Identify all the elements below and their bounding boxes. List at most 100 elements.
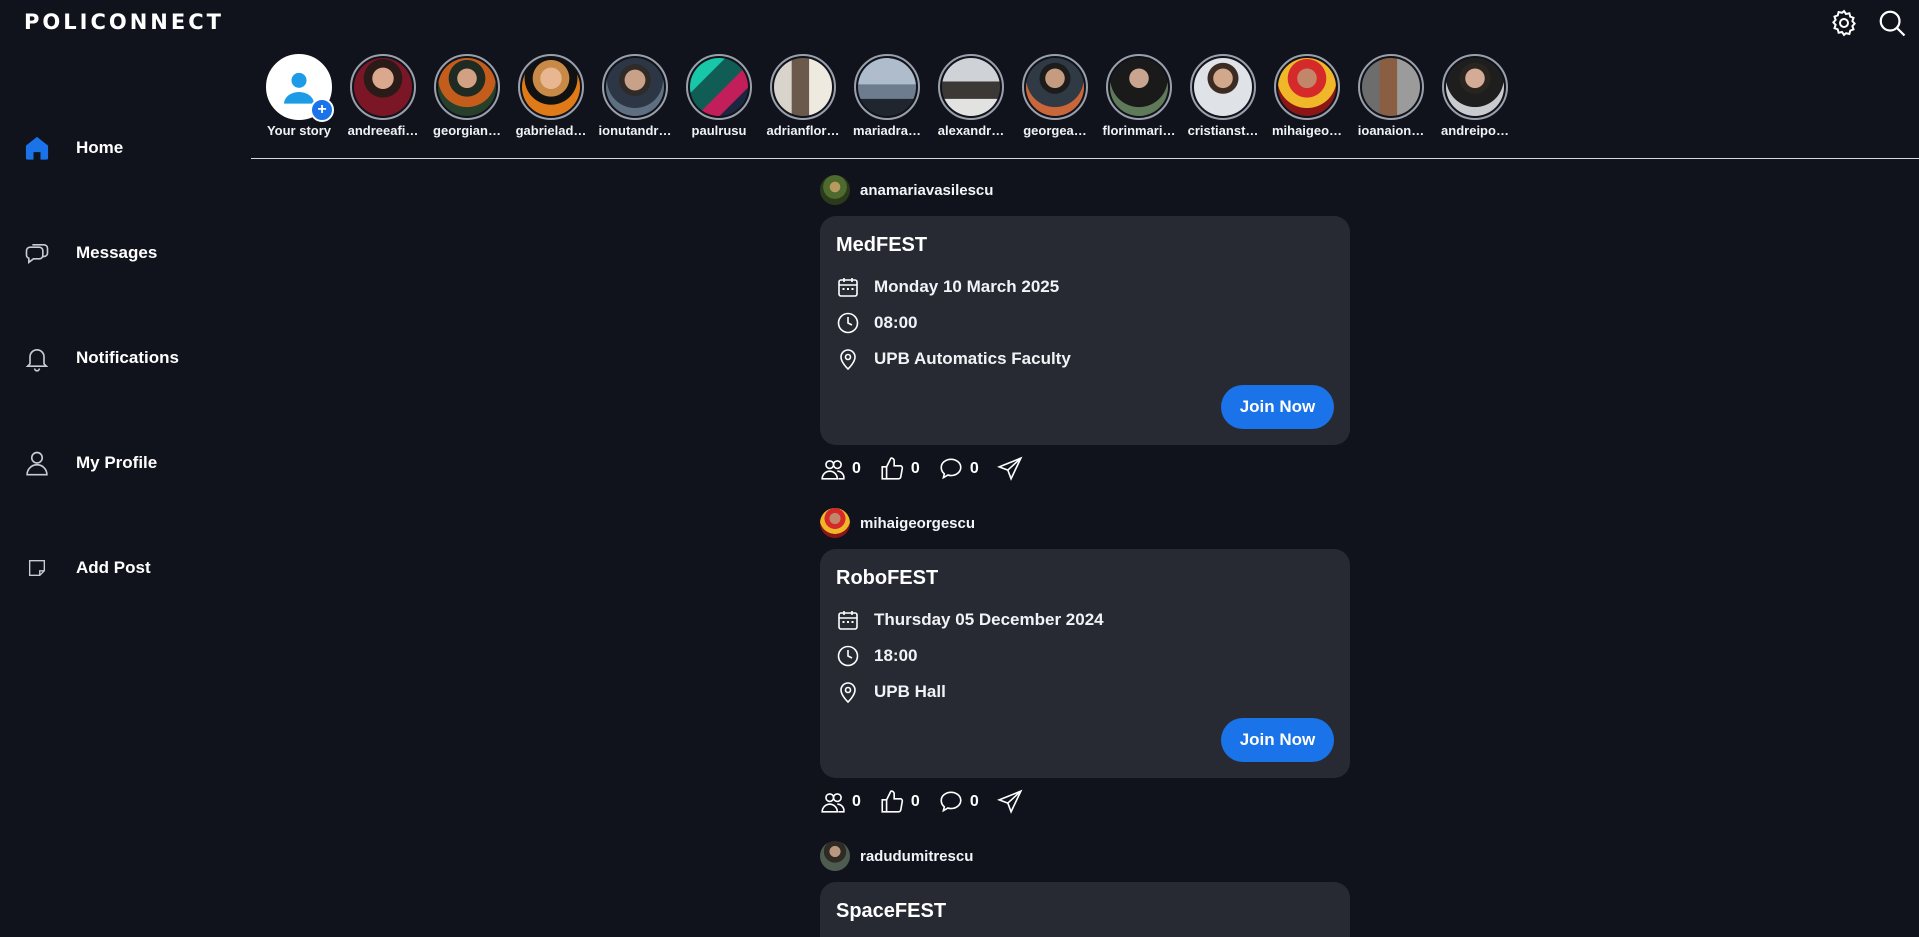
story-name: mihaigeo… [1271,123,1343,138]
avatar [774,58,832,116]
story-name: georgea… [1023,123,1087,138]
sidebar-item-messages[interactable]: Messages [0,200,250,305]
user-icon [22,448,52,478]
story-name: gabrielad… [515,123,587,138]
story-item[interactable]: ionutandr… [595,54,675,138]
avatar[interactable] [820,508,850,538]
event-title: MedFEST [836,234,928,256]
like-action[interactable]: 0 [879,789,920,815]
event-location-row: UPB Automatics Faculty [836,341,1334,377]
comment-action[interactable]: 0 [938,456,979,482]
avatar[interactable] [820,841,850,871]
story-name: Your story [266,123,332,138]
post-header: mihaigeorgescu [820,505,1350,541]
thumbs-up-icon [881,790,904,813]
participants-action[interactable]: 0 [820,456,861,482]
sidebar-nav: Home Messages Notifications My Profile A… [0,95,250,620]
sidebar-item-home[interactable]: Home [0,95,250,200]
post-header: radudumitrescu [820,838,1350,874]
participants-count: 0 [852,460,861,477]
event-location: UPB Automatics Faculty [874,349,1071,368]
event-location: UPB Hall [874,682,946,701]
event-time-row: 18:00 [836,638,1334,674]
story-name: georgian… [433,123,501,138]
event-title: RoboFEST [836,567,939,589]
comment-icon [940,458,962,480]
search-icon[interactable] [1877,8,1907,38]
avatar [1446,58,1504,116]
story-name: ioanaion… [1357,123,1425,138]
app-logo[interactable]: POLICONNECT [24,10,224,34]
avatar [1110,58,1168,116]
add-story-icon[interactable]: + [310,98,334,122]
participants-action[interactable]: 0 [820,789,861,815]
story-name: florinmari… [1102,123,1176,138]
comment-action[interactable]: 0 [938,789,979,815]
sidebar-item-label: Home [76,137,124,157]
avatar [1362,58,1420,116]
calendar-icon [838,278,858,297]
post-username[interactable]: anamariavasilescu [860,182,993,199]
stories-bar: + Your story andreeafi… georgian… gabrie… [251,54,1919,159]
clock-icon [837,645,859,667]
join-now-button[interactable]: Join Now [1221,718,1334,762]
story-name: andreipo… [1441,123,1509,138]
event-time: 08:00 [874,313,918,332]
story-item[interactable]: andreeafi… [343,54,423,138]
send-icon [996,789,1023,814]
share-action[interactable] [996,456,1023,482]
story-item[interactable]: florinmari… [1099,54,1179,138]
likes-count: 0 [910,460,920,477]
post-username[interactable]: mihaigeorgescu [860,515,975,532]
bell-icon [22,343,52,373]
thumbs-up-icon [881,457,904,480]
share-action[interactable] [996,789,1023,815]
event-card: RoboFEST Thursday 05 December 2024 18:00 [820,549,1350,778]
avatar[interactable] [820,175,850,205]
story-item[interactable]: mihaigeo… [1267,54,1347,138]
story-item[interactable]: alexandr… [931,54,1011,138]
sidebar-item-notifications[interactable]: Notifications [0,305,250,410]
avatar [1026,58,1084,116]
post-actions: 0 0 0 [820,778,1350,826]
sidebar-item-label: Notifications [76,347,179,367]
story-name: mariadra… [853,123,921,138]
event-date: Monday 10 March 2025 [874,277,1060,296]
chat-icon [22,238,52,268]
sidebar-item-add-post[interactable]: Add Post [0,515,250,620]
story-ring: + [266,54,334,122]
participants-count: 0 [852,793,861,810]
sidebar-item-label: Messages [76,242,158,262]
event-time: 18:00 [874,646,918,665]
story-name: andreeafi… [347,123,419,138]
location-pin-icon [840,349,856,371]
top-actions [1829,8,1907,38]
story-item[interactable]: andreipo… [1435,54,1515,138]
story-your-story[interactable]: + Your story [259,54,339,138]
home-icon [22,133,52,163]
avatar [354,58,412,116]
join-now-button[interactable]: Join Now [1221,385,1334,429]
story-item[interactable]: georgian… [427,54,507,138]
story-item[interactable]: gabrielad… [511,54,591,138]
story-item[interactable]: mariadra… [847,54,927,138]
sidebar-item-my-profile[interactable]: My Profile [0,410,250,515]
event-card: MedFEST Monday 10 March 2025 08:00 UPB A… [820,216,1350,445]
event-post: mihaigeorgescu RoboFEST Thursday 05 Dece… [820,505,1350,826]
story-item[interactable]: adrianflor… [763,54,843,138]
avatar [858,58,916,116]
location-pin-icon [840,682,856,704]
event-date-row: Monday 10 March 2025 [836,269,1334,305]
like-action[interactable]: 0 [879,456,920,482]
gear-icon[interactable] [1829,8,1859,38]
story-item[interactable]: georgea… [1015,54,1095,138]
story-item[interactable]: paulrusu [679,54,759,138]
story-name: cristianst… [1187,123,1259,138]
event-post: radudumitrescu SpaceFEST [820,838,1350,937]
story-item[interactable]: ioanaion… [1351,54,1431,138]
avatar [522,58,580,116]
event-card: SpaceFEST [820,882,1350,937]
story-item[interactable]: cristianst… [1183,54,1263,138]
story-name: ionutandr… [598,123,672,138]
post-username[interactable]: radudumitrescu [860,848,973,865]
